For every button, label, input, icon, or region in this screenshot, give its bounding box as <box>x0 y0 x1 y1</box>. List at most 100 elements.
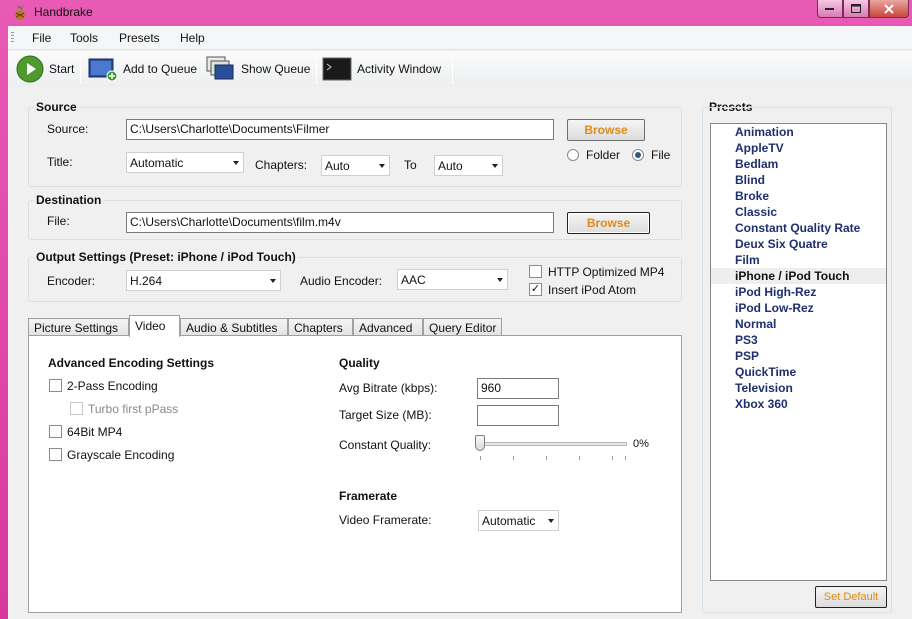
destination-file-input[interactable]: C:\Users\Charlotte\Documents\film.m4v <box>126 212 554 233</box>
show-queue-icon <box>206 56 234 80</box>
avg-bitrate-label: Avg Bitrate (kbps): <box>339 381 438 395</box>
turbo-first-pass-checkbox[interactable] <box>70 402 83 415</box>
chapters-from-select[interactable]: Auto <box>321 155 390 176</box>
insert-ipod-atom-label: Insert iPod Atom <box>548 283 637 297</box>
mp4-64bit-checkbox[interactable] <box>49 425 62 438</box>
destination-section-title: Destination <box>34 193 104 207</box>
terminal-icon <box>322 57 352 81</box>
chapters-label: Chapters: <box>255 158 308 172</box>
menu-bar: File Tools Presets Help <box>8 26 912 50</box>
constant-quality-value: 0% <box>633 438 649 450</box>
app-window: Handbrake File Tools Presets Help Start … <box>0 0 912 619</box>
turbo-first-pass-label: Turbo first pPass <box>88 402 179 416</box>
video-framerate-select[interactable]: Automatic <box>478 510 559 531</box>
quality-title: Quality <box>339 356 380 370</box>
constant-quality-slider[interactable] <box>475 435 485 451</box>
tab-advanced[interactable]: Advanced <box>353 318 423 336</box>
two-pass-checkbox[interactable] <box>49 379 62 392</box>
audio-encoder-select[interactable]: AAC <box>397 269 508 290</box>
framerate-title: Framerate <box>339 489 398 503</box>
preset-item[interactable]: Broke <box>711 188 886 204</box>
chevron-down-icon <box>492 164 498 168</box>
preset-item[interactable]: QuickTime <box>711 364 886 380</box>
tab-query-editor[interactable]: Query Editor <box>423 318 502 336</box>
start-button[interactable]: Start <box>16 53 74 85</box>
video-framerate-label: Video Framerate: <box>339 513 432 527</box>
chevron-down-icon <box>233 161 239 165</box>
menu-grip <box>11 32 14 44</box>
menu-file[interactable]: File <box>32 31 51 45</box>
preset-item[interactable]: Television <box>711 380 886 396</box>
video-tab-panel: Advanced Encoding Settings 2-Pass Encodi… <box>28 335 682 613</box>
source-section-title: Source <box>34 100 79 114</box>
preset-item[interactable]: Bedlam <box>711 156 886 172</box>
menu-help[interactable]: Help <box>180 31 205 45</box>
encoder-label: Encoder: <box>47 274 96 288</box>
file-radio[interactable] <box>632 149 644 161</box>
maximize-button[interactable] <box>843 0 869 18</box>
grayscale-label: Grayscale Encoding <box>67 448 175 462</box>
minimize-icon <box>825 7 834 10</box>
destination-browse-button[interactable]: Browse <box>567 212 650 234</box>
tab-audio-subtitles[interactable]: Audio & Subtitles <box>180 318 288 336</box>
add-to-queue-button[interactable]: Add to Queue <box>88 53 197 85</box>
folder-radio-label: Folder <box>586 148 621 162</box>
avg-bitrate-input[interactable]: 960 <box>477 378 559 399</box>
title-select[interactable]: Automatic <box>126 152 244 173</box>
tab-chapters[interactable]: Chapters <box>288 318 353 336</box>
constant-quality-track[interactable] <box>479 442 627 446</box>
chapters-to-select[interactable]: Auto <box>434 155 503 176</box>
source-path-input[interactable]: C:\Users\Charlotte\Documents\Filmer <box>126 119 554 140</box>
preset-item[interactable]: iPod High-Rez <box>711 284 886 300</box>
close-button[interactable] <box>869 0 909 18</box>
preset-item[interactable]: iPod Low-Rez <box>711 300 886 316</box>
preset-item[interactable]: Normal <box>711 316 886 332</box>
menu-tools[interactable]: Tools <box>70 31 98 45</box>
activity-window-label: Activity Window <box>357 62 442 76</box>
add-to-queue-label: Add to Queue <box>123 62 198 76</box>
constant-quality-label: Constant Quality: <box>339 438 432 452</box>
preset-item[interactable]: PS3 <box>711 332 886 348</box>
two-pass-label: 2-Pass Encoding <box>67 379 158 393</box>
close-icon <box>884 3 894 14</box>
title-select-value: Automatic <box>130 156 184 170</box>
source-browse-button[interactable]: Browse <box>567 119 645 141</box>
activity-window-button[interactable]: Activity Window <box>322 53 441 85</box>
set-default-button[interactable]: Set Default <box>815 586 887 608</box>
audio-encoder-label: Audio Encoder: <box>300 274 383 288</box>
preset-item[interactable]: PSP <box>711 348 886 364</box>
preset-item[interactable]: Xbox 360 <box>711 396 886 412</box>
preset-item[interactable]: Blind <box>711 172 886 188</box>
add-queue-icon <box>88 58 118 82</box>
preset-item[interactable]: Constant Quality Rate <box>711 220 886 236</box>
target-size-input[interactable] <box>477 405 559 426</box>
show-queue-button[interactable]: Show Queue <box>206 53 310 85</box>
grayscale-checkbox[interactable] <box>49 448 62 461</box>
title-bar[interactable]: Handbrake <box>0 0 912 24</box>
preset-item-selected[interactable]: iPhone / iPod Touch <box>711 268 886 284</box>
menu-presets[interactable]: Presets <box>119 31 160 45</box>
source-label: Source: <box>47 122 89 136</box>
chapters-to-value: Auto <box>438 159 463 173</box>
http-optimized-checkbox[interactable] <box>529 265 542 278</box>
preset-item[interactable]: Classic <box>711 204 886 220</box>
chevron-down-icon <box>548 519 554 523</box>
show-queue-label: Show Queue <box>241 62 311 76</box>
chapters-from-value: Auto <box>325 159 350 173</box>
preset-item[interactable]: Film <box>711 252 886 268</box>
folder-radio[interactable] <box>567 149 579 161</box>
tab-picture-settings[interactable]: Picture Settings <box>28 318 129 336</box>
minimize-button[interactable] <box>817 0 843 18</box>
start-label: Start <box>49 62 75 76</box>
encoder-select[interactable]: H.264 <box>126 270 281 291</box>
tab-video[interactable]: Video <box>129 315 180 337</box>
insert-ipod-atom-checkbox[interactable]: ✓ <box>529 283 542 296</box>
preset-item[interactable]: Deux Six Quatre <box>711 236 886 252</box>
preset-item[interactable]: AppleTV <box>711 140 886 156</box>
pineapple-app-icon <box>15 5 25 20</box>
title-label: Title: <box>47 155 73 169</box>
chevron-down-icon <box>497 278 503 282</box>
preset-item[interactable]: Animation <box>711 124 886 140</box>
presets-list[interactable]: Animation AppleTV Bedlam Blind Broke Cla… <box>710 123 887 581</box>
chevron-down-icon <box>379 164 385 168</box>
